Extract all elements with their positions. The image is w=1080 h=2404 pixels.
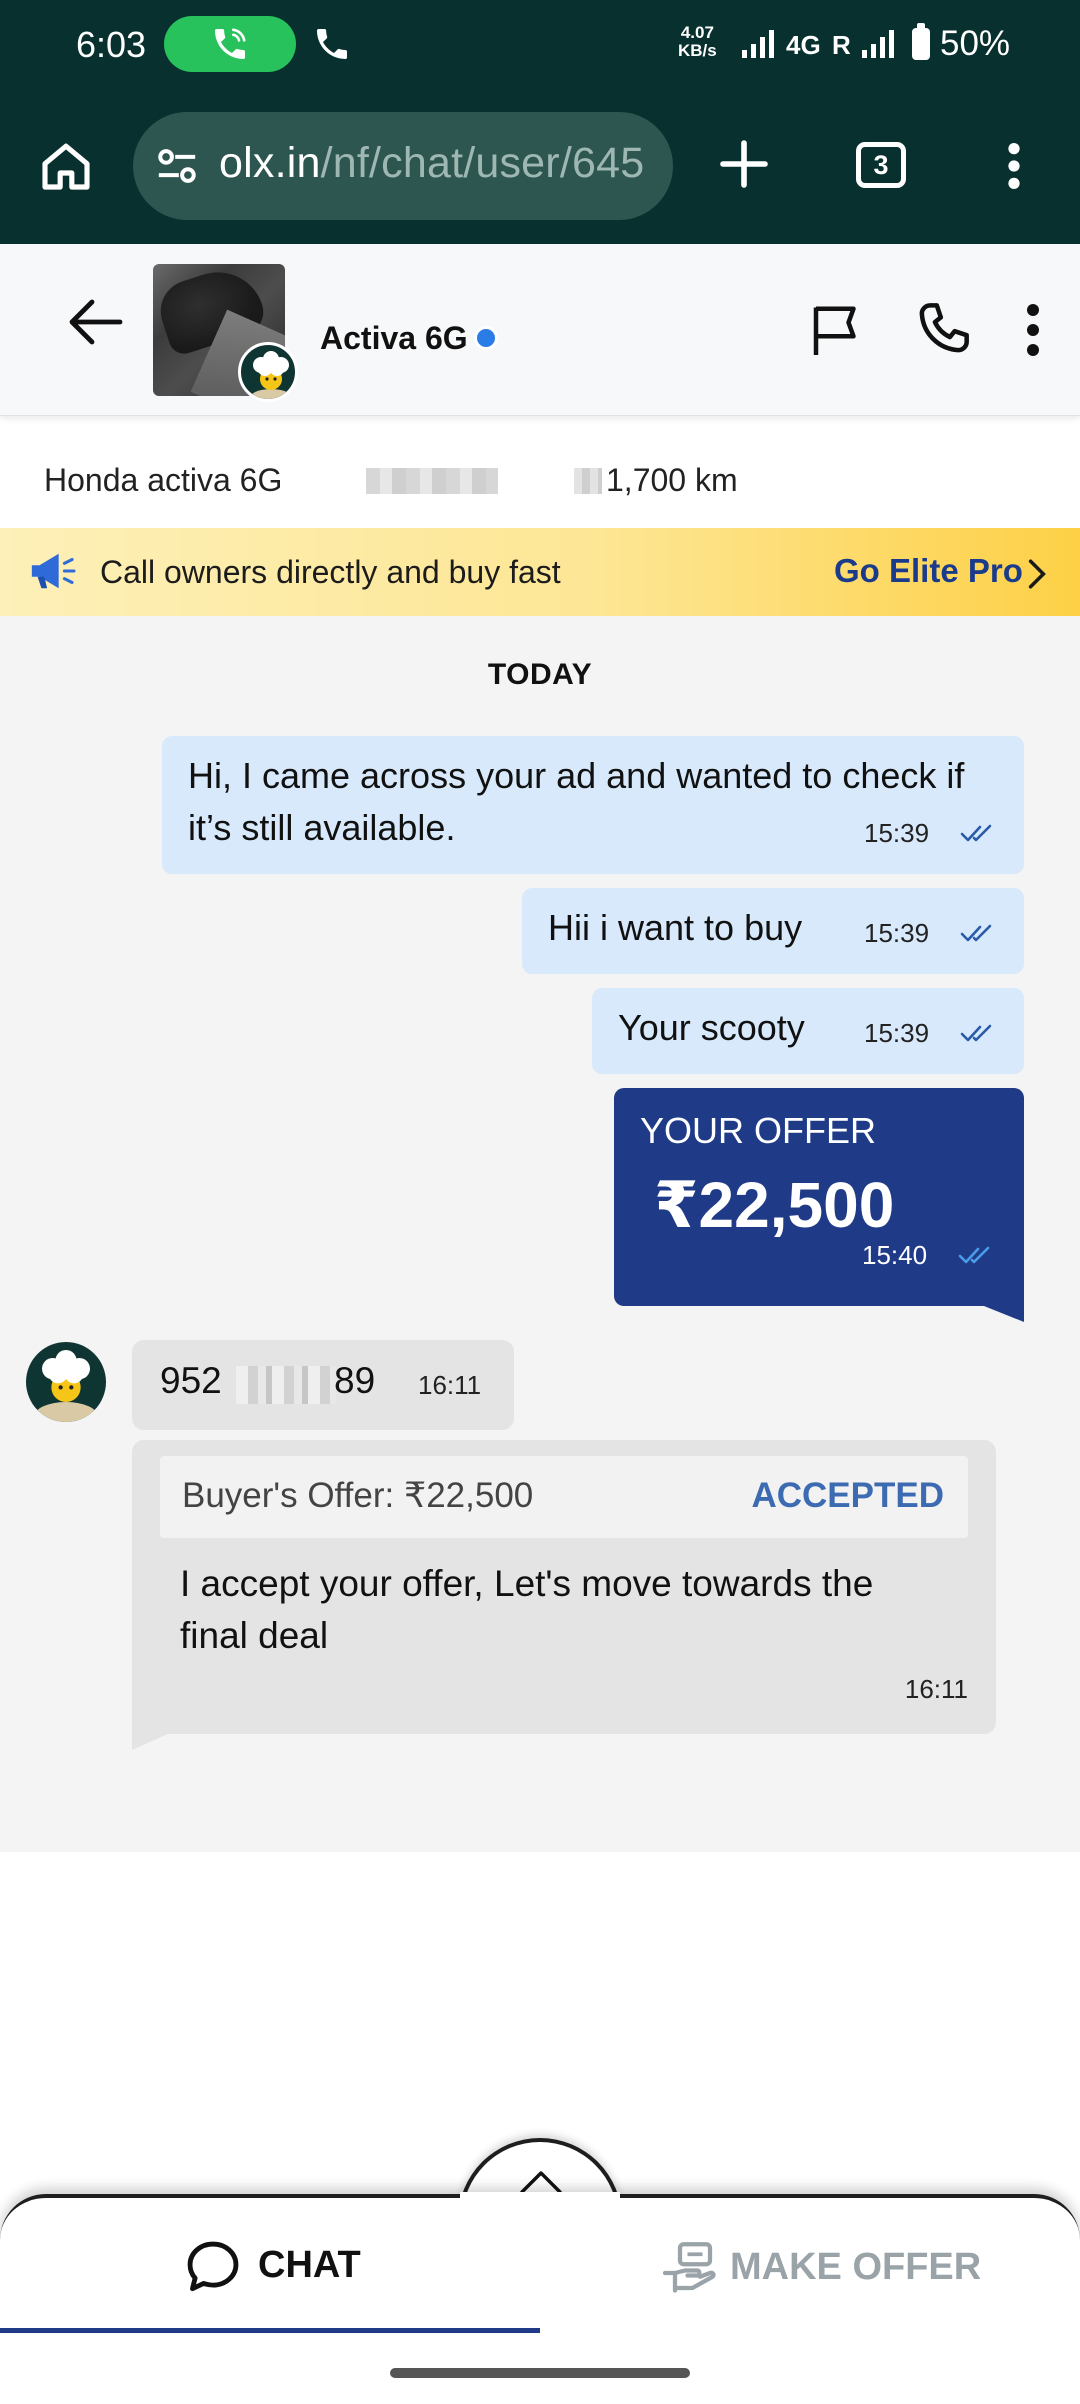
verified-icon (474, 326, 498, 350)
elite-promo-banner[interactable]: Call owners directly and buy fast Go Eli… (0, 528, 1080, 616)
ad-price-redacted (366, 468, 498, 494)
message-time: 15:39 (864, 918, 930, 948)
call-active-icon (215, 28, 246, 59)
double-tick-icon (958, 1246, 990, 1264)
buyer-offer-strip: Buyer's Offer: ₹22,500 ACCEPTED (160, 1456, 968, 1538)
more-vert-icon[interactable] (1018, 300, 1048, 360)
double-tick-icon (960, 824, 992, 842)
incoming-message[interactable]: 952 89 16:11 (132, 1340, 514, 1430)
status-badge: ACCEPTED (751, 1476, 944, 1515)
message-time: 15:40 (862, 1240, 928, 1270)
net-speed-value: 4.07 (680, 23, 714, 42)
offer-amount: ₹22,500 (654, 1169, 895, 1241)
chat-bubble-icon (187, 2241, 239, 2292)
flag-icon[interactable] (806, 300, 866, 360)
status-time: 6:03 (76, 24, 147, 65)
outgoing-message[interactable]: Hi, I came across your ad and wanted to … (162, 736, 1024, 874)
offer-accepted-message[interactable]: Buyer's Offer: ₹22,500 ACCEPTED I accept… (132, 1440, 996, 1750)
make-offer-icon (662, 2242, 716, 2293)
net-speed: 4.07 KB/s (678, 24, 717, 60)
ad-name: Honda activa 6G (44, 462, 283, 498)
back-arrow-icon[interactable] (62, 290, 130, 354)
your-offer-card[interactable]: YOUR OFFER ₹22,500 15:40 (614, 1088, 1024, 1322)
ad-info-row[interactable]: Honda activa 6G 1,700 km (0, 428, 1080, 528)
tab-make-offer[interactable]: MAKE OFFER (540, 2198, 1080, 2338)
message-time: 16:11 (904, 1674, 968, 1704)
chat-title[interactable]: Activa 6G (320, 320, 468, 357)
message-text: Your scooty (618, 1007, 805, 1048)
signal-icon (742, 30, 774, 58)
make-offer-tab-label: MAKE OFFER (730, 2246, 982, 2288)
status-bar: 6:03 4.07 KB/s 4G R 50% (0, 0, 1080, 90)
network-type: 4G (786, 30, 821, 60)
plus-icon[interactable] (716, 136, 772, 192)
url-host: olx.in (219, 139, 321, 187)
browser-chrome: 6:03 4.07 KB/s 4G R 50% olx.in/nf/chat/u… (0, 0, 1080, 244)
chat-tab-label: CHAT (258, 2244, 361, 2286)
chat-header: Activa 6G (0, 244, 1080, 416)
message-time: 15:39 (864, 818, 930, 848)
battery-percent: 50% (940, 24, 1011, 63)
url-path: /nf/chat/user/645 (320, 139, 645, 187)
tab-chat[interactable]: CHAT (0, 2198, 540, 2338)
double-tick-icon (960, 924, 992, 942)
site-settings-icon[interactable] (155, 146, 199, 186)
message-text: Hii i want to buy (548, 907, 803, 948)
url-text[interactable]: olx.in/nf/chat/user/645 (219, 139, 644, 188)
outgoing-message[interactable]: Hii i want to buy 15:39 (522, 888, 1024, 974)
address-bar[interactable]: olx.in/nf/chat/user/645 (133, 112, 673, 220)
double-tick-icon (960, 1024, 992, 1042)
go-elite-pro-link[interactable]: Go Elite Pro (834, 552, 1023, 590)
promo-text: Call owners directly and buy fast (100, 554, 561, 590)
phone-number-end: 89 (334, 1360, 376, 1401)
call-icon[interactable] (912, 296, 976, 360)
tabs-button[interactable]: 3 (856, 142, 906, 188)
bubble-tail (132, 1734, 168, 1750)
avatar-icon (34, 1350, 98, 1422)
phone-icon (317, 29, 347, 59)
roaming-indicator: R (832, 30, 851, 60)
bubble-tail (984, 1306, 1024, 1322)
ad-km-redacted (574, 468, 602, 494)
chat-messages[interactable]: TODAY Hi, I came across your ad and want… (0, 616, 1080, 1852)
phone-number-start: 952 (160, 1360, 222, 1401)
avatar (238, 342, 298, 402)
battery-icon (912, 23, 930, 60)
megaphone-icon (31, 553, 76, 589)
day-separator: TODAY (487, 658, 593, 691)
ad-km: 1,700 km (606, 462, 738, 498)
message-text: I accept your offer, Let's move towards … (180, 1563, 874, 1656)
offer-label: YOUR OFFER (640, 1110, 877, 1151)
buyer-offer-label: Buyer's Offer: ₹22,500 (182, 1476, 534, 1515)
avatar-icon (249, 351, 293, 399)
active-tab-indicator (0, 2328, 540, 2333)
home-icon[interactable] (38, 138, 94, 194)
outgoing-message[interactable]: Your scooty 15:39 (592, 988, 1024, 1074)
phone-number-redacted (236, 1366, 336, 1404)
browser-toolbar: olx.in/nf/chat/user/645 3 (0, 100, 1080, 230)
net-speed-unit: KB/s (678, 41, 717, 60)
signal-icon (862, 30, 894, 58)
message-time: 16:11 (418, 1370, 482, 1400)
avatar[interactable] (26, 1342, 106, 1422)
home-indicator[interactable] (390, 2368, 690, 2378)
message-time: 15:39 (864, 1018, 930, 1048)
ongoing-call-pill[interactable] (164, 16, 296, 72)
overflow-menu-icon[interactable] (994, 140, 1034, 192)
chevron-right-icon[interactable] (1026, 558, 1048, 590)
